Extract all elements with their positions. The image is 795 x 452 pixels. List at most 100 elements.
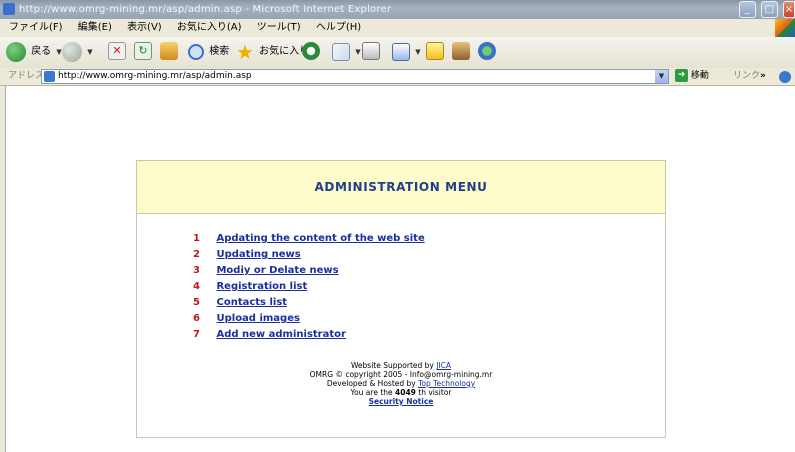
print-button[interactable] xyxy=(362,41,380,63)
address-bar: アドレス(D) ▼ ➜ 移動 リンク » xyxy=(0,68,795,86)
page-icon xyxy=(44,71,55,82)
list-item: 5 Contacts list xyxy=(193,295,425,311)
supported-text: Website Supported by xyxy=(350,361,437,370)
search-label: 検索 xyxy=(209,46,230,57)
go-button[interactable]: ➜ 移動 xyxy=(675,69,709,84)
item-number: 1 xyxy=(193,233,200,244)
list-item: 1 Apdating the content of the web site xyxy=(193,231,425,247)
back-button[interactable]: 戻る ▼ xyxy=(6,41,62,63)
list-item: 4 Registration list xyxy=(193,279,425,295)
menu-favorites[interactable]: お気に入り(A) xyxy=(171,19,248,37)
research-button[interactable] xyxy=(452,41,470,63)
supported-line: Website Supported by JICA xyxy=(137,361,665,370)
menu-file[interactable]: ファイル(F) xyxy=(0,19,69,37)
discuss-button[interactable] xyxy=(426,41,444,63)
windows-logo-icon xyxy=(775,19,795,37)
address-input[interactable] xyxy=(58,70,648,83)
messenger-button[interactable] xyxy=(478,41,496,63)
refresh-button[interactable]: ↻ xyxy=(134,41,152,63)
security-notice-link[interactable]: Security Notice xyxy=(369,397,434,406)
hosted-line: Developed & Hosted by Top Technology xyxy=(137,379,665,388)
note-icon xyxy=(426,42,444,60)
home-button[interactable] xyxy=(160,41,178,63)
messenger-icon xyxy=(478,42,496,60)
toolbar: 戻る ▼ ▼ ✕ ↻ 検索 ★ お気に入り ▼ ▼ xyxy=(0,37,795,69)
back-label: 戻る xyxy=(31,46,52,57)
chevron-down-icon: ▼ xyxy=(87,48,93,56)
forward-arrow-icon xyxy=(62,42,82,62)
close-button[interactable]: × xyxy=(783,1,795,18)
copyright-text: OMRG © copyright 2005 - Info@omrg-mining… xyxy=(309,370,493,379)
star-icon: ★ xyxy=(236,40,254,64)
ie-icon xyxy=(3,3,15,15)
menu-tools[interactable]: ツール(T) xyxy=(251,19,307,37)
stop-icon: ✕ xyxy=(108,42,126,60)
page-viewport: ADMINISTRATION MENU 1 Apdating the conte… xyxy=(5,86,795,452)
contacts-list-link[interactable]: Contacts list xyxy=(216,297,287,308)
edit-button[interactable]: ▼ xyxy=(392,41,421,63)
jica-link[interactable]: JICA xyxy=(436,361,451,370)
visitor-suffix: th visitor xyxy=(415,388,452,397)
item-number: 3 xyxy=(193,265,200,276)
favorites-button[interactable]: ★ お気に入り xyxy=(236,41,309,63)
top-technology-link[interactable]: Top Technology xyxy=(418,379,475,388)
go-label: 移動 xyxy=(690,71,709,81)
refresh-icon: ↻ xyxy=(134,42,152,60)
mail-icon xyxy=(332,43,350,61)
title-bar: http://www.omrg-mining.mr/asp/admin.asp … xyxy=(0,0,795,19)
search-button[interactable]: 検索 xyxy=(188,41,229,63)
maximize-button[interactable]: □ xyxy=(760,1,778,18)
update-content-link[interactable]: Apdating the content of the web site xyxy=(216,233,424,244)
home-icon xyxy=(160,42,178,60)
upload-images-link[interactable]: Upload images xyxy=(216,313,299,324)
hosted-text: Developed & Hosted by xyxy=(326,379,419,388)
admin-panel: ADMINISTRATION MENU 1 Apdating the conte… xyxy=(136,160,666,438)
list-item: 7 Add new administrator xyxy=(193,327,425,343)
edit-icon xyxy=(392,43,410,61)
history-icon xyxy=(302,42,320,60)
go-arrow-icon: ➜ xyxy=(675,69,688,82)
list-item: 3 Modiy or Delate news xyxy=(193,263,425,279)
links-label[interactable]: リンク xyxy=(733,68,760,85)
links-chevron-icon[interactable]: » xyxy=(760,68,766,85)
list-item: 2 Updating news xyxy=(193,247,425,263)
book-icon xyxy=(452,42,470,60)
address-field[interactable]: ▼ xyxy=(41,69,669,84)
window-controls: _ □ × xyxy=(737,1,795,18)
window-title: http://www.omrg-mining.mr/asp/admin.asp … xyxy=(19,4,392,15)
minimize-button[interactable]: _ xyxy=(738,1,756,18)
list-item: 6 Upload images xyxy=(193,311,425,327)
menu-view[interactable]: 表示(V) xyxy=(121,19,168,37)
mail-button[interactable]: ▼ xyxy=(332,41,361,63)
updating-news-link[interactable]: Updating news xyxy=(216,249,300,260)
back-arrow-icon xyxy=(6,42,26,62)
address-dropdown-icon[interactable]: ▼ xyxy=(655,70,668,83)
page-footer: Website Supported by JICA OMRG © copyrig… xyxy=(137,361,665,406)
item-number: 4 xyxy=(193,281,200,292)
stop-button[interactable]: ✕ xyxy=(108,41,126,63)
print-icon xyxy=(362,42,380,60)
item-number: 5 xyxy=(193,297,200,308)
page-title: ADMINISTRATION MENU xyxy=(314,180,488,194)
admin-menu-list: 1 Apdating the content of the web site 2… xyxy=(193,231,425,343)
registration-list-link[interactable]: Registration list xyxy=(216,281,307,292)
chevron-down-icon: ▼ xyxy=(355,48,361,56)
search-icon xyxy=(188,44,204,60)
modify-delete-news-link[interactable]: Modiy or Delate news xyxy=(216,265,338,276)
visitor-count: 4049 xyxy=(395,388,416,397)
visitor-prefix: You are the xyxy=(350,388,396,397)
menu-help[interactable]: ヘルプ(H) xyxy=(310,19,367,37)
links-icon xyxy=(779,71,791,83)
chevron-down-icon: ▼ xyxy=(56,48,62,56)
add-administrator-link[interactable]: Add new administrator xyxy=(216,329,345,340)
menu-edit[interactable]: 編集(E) xyxy=(72,19,118,37)
menu-bar: ファイル(F) 編集(E) 表示(V) お気に入り(A) ツール(T) ヘルプ(… xyxy=(0,19,795,38)
admin-header: ADMINISTRATION MENU xyxy=(137,161,665,214)
chevron-down-icon: ▼ xyxy=(415,48,421,56)
visitor-line: You are the 4049 th visitor xyxy=(137,388,665,397)
forward-button[interactable]: ▼ xyxy=(62,41,93,63)
history-button[interactable] xyxy=(302,41,320,63)
item-number: 2 xyxy=(193,249,200,260)
item-number: 6 xyxy=(193,313,200,324)
item-number: 7 xyxy=(193,329,200,340)
